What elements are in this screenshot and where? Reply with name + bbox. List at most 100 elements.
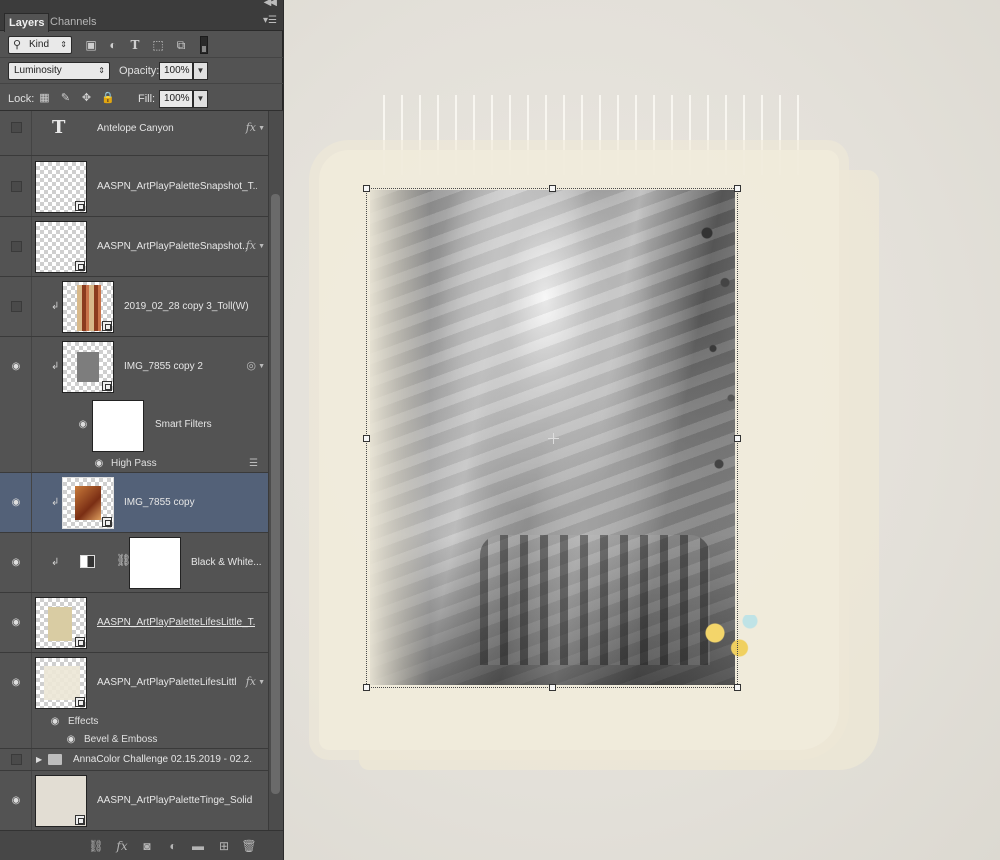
delete-layer-icon[interactable]: 🗑	[241, 838, 257, 854]
smart-object-filter-icon[interactable]: ⧉	[174, 38, 188, 52]
panel-menu-icon[interactable]: ▾☰	[263, 15, 277, 26]
thumbnail-stripes	[77, 285, 101, 331]
effect-item-row[interactable]: ◉ Bevel & Emboss	[0, 731, 268, 749]
transform-center-icon[interactable]	[548, 433, 559, 444]
expand-triangle-icon[interactable]: ▶	[36, 755, 42, 764]
layer-row[interactable]: ◉ ↲ ⛓ Black & White...	[0, 533, 268, 593]
visibility-toggle[interactable]	[11, 754, 22, 765]
new-layer-icon[interactable]: ⊞	[216, 838, 232, 854]
visibility-toggle[interactable]	[11, 301, 22, 312]
layer-name[interactable]: AnnaColor Challenge 02.15.2019 - 02.2...	[73, 754, 253, 765]
layer-name[interactable]: AASPN_ArtPlayPaletteSnapshot_T...	[97, 181, 257, 192]
eye-icon[interactable]: ◉	[10, 678, 22, 688]
fx-icon[interactable]: fx	[246, 675, 256, 688]
filter-options-icon[interactable]: ☰	[249, 458, 258, 469]
transform-handle-top-left[interactable]	[363, 185, 370, 192]
filter-toggle[interactable]	[200, 36, 208, 54]
chevron-down-icon[interactable]: ▼	[258, 679, 265, 686]
layer-row-selected[interactable]: ◉ ↲ IMG_7855 copy	[0, 473, 268, 533]
eye-icon[interactable]: ◉	[10, 558, 22, 568]
blend-mode-value: Luminosity	[14, 65, 62, 76]
divider	[31, 473, 32, 532]
tab-layers[interactable]: Layers	[4, 13, 50, 32]
eye-icon[interactable]: ◉	[10, 796, 22, 806]
layer-name[interactable]: Antelope Canyon	[97, 123, 174, 134]
visibility-toggle[interactable]	[11, 241, 22, 252]
tab-channels[interactable]: Channels	[46, 13, 100, 31]
layer-row[interactable]: ◉ AASPN_ArtPlayPaletteLifesLittle_T...	[0, 593, 268, 653]
chevron-down-icon[interactable]: ▼	[258, 363, 265, 370]
transform-handle-right[interactable]	[734, 435, 741, 442]
transform-handle-bottom-right[interactable]	[734, 684, 741, 691]
group-row[interactable]: ▶ AnnaColor Challenge 02.15.2019 - 02.2.…	[0, 749, 268, 771]
layer-name[interactable]: AASPN_ArtPlayPaletteTinge_Solid...	[97, 795, 252, 806]
lock-transparency-icon[interactable]: ▦	[38, 92, 51, 105]
eye-icon[interactable]: ◉	[10, 362, 22, 372]
layer-name[interactable]: AASPN_ArtPlayPaletteLifesLittle_T...	[97, 617, 255, 628]
opacity-input[interactable]: 100%	[159, 62, 193, 80]
chevron-down-icon[interactable]: ▼	[258, 125, 265, 132]
divider	[31, 771, 32, 830]
transform-handle-top[interactable]	[549, 185, 556, 192]
layer-name[interactable]: AASPN_ArtPlayPaletteSnapshot...	[97, 241, 247, 252]
pixel-layer-filter-icon[interactable]: ▣	[84, 38, 98, 52]
smart-filter-mask-thumbnail[interactable]	[92, 400, 144, 452]
layer-row[interactable]: ◉ AASPN_ArtPlayPaletteLifesLittl... fx ▼	[0, 653, 268, 713]
layer-row[interactable]: ◉ ↲ IMG_7855 copy 2 ◎ ▼	[0, 337, 268, 397]
filter-kind-select[interactable]: ⚲ Kind ⇕	[8, 36, 72, 54]
document-canvas[interactable]	[284, 0, 1000, 860]
add-mask-icon[interactable]: ◙	[139, 838, 155, 854]
layer-row[interactable]: ↲ 2019_02_28 copy 3_Toll(W)	[0, 277, 268, 337]
transform-handle-bottom-left[interactable]	[363, 684, 370, 691]
fx-icon[interactable]: fx	[246, 121, 256, 134]
layer-name[interactable]: AASPN_ArtPlayPaletteLifesLittl...	[97, 677, 237, 688]
layer-mask-thumbnail[interactable]	[129, 537, 181, 589]
eye-icon[interactable]: ◉	[10, 498, 22, 508]
lock-image-pixels-icon[interactable]: ✎	[59, 92, 72, 105]
smart-object-badge-icon	[75, 201, 85, 211]
fx-icon[interactable]: fx	[246, 239, 256, 252]
eye-icon[interactable]: ◉	[10, 618, 22, 628]
effects-row[interactable]: ◉ Effects	[0, 713, 268, 731]
lock-all-icon[interactable]: 🔒	[101, 92, 115, 105]
layers-scrollbar[interactable]	[268, 111, 283, 830]
fill-dropdown-button[interactable]: ▼	[193, 90, 208, 108]
visibility-toggle[interactable]	[11, 181, 22, 192]
blend-mode-select[interactable]: Luminosity ⇕	[8, 62, 110, 80]
shape-layer-filter-icon[interactable]: ⬚	[151, 38, 165, 52]
layer-thumbnail	[62, 281, 114, 333]
type-layer-filter-icon[interactable]: T	[128, 38, 142, 52]
new-adjustment-layer-icon[interactable]: ◐	[165, 838, 181, 854]
layer-thumbnail	[35, 221, 87, 273]
eye-icon[interactable]: ◉	[93, 459, 105, 469]
layer-row[interactable]: AASPN_ArtPlayPaletteSnapshot_T...	[0, 156, 268, 217]
smart-filter-icon[interactable]: ◎	[246, 359, 256, 372]
transform-handle-left[interactable]	[363, 435, 370, 442]
adjustment-layer-filter-icon[interactable]: ◐	[106, 38, 120, 52]
transform-handle-bottom[interactable]	[549, 684, 556, 691]
lock-position-icon[interactable]: ✥	[80, 92, 93, 105]
add-layer-style-icon[interactable]: fx	[114, 838, 130, 854]
eye-icon[interactable]: ◉	[49, 717, 61, 727]
layer-row[interactable]: T Antelope Canyon fx ▼	[0, 111, 268, 156]
layer-name[interactable]: IMG_7855 copy 2	[124, 361, 203, 372]
visibility-toggle[interactable]	[11, 122, 22, 133]
layer-name[interactable]: Black & White...	[191, 557, 262, 568]
layer-thumbnail	[35, 775, 87, 827]
new-group-icon[interactable]: ▬	[190, 838, 206, 854]
layer-row[interactable]: ◉ AASPN_ArtPlayPaletteTinge_Solid...	[0, 771, 268, 830]
fill-input[interactable]: 100%	[159, 90, 193, 108]
layer-name[interactable]: 2019_02_28 copy 3_Toll(W)	[124, 301, 249, 312]
filter-item-row[interactable]: ◉ High Pass ☰	[0, 455, 268, 473]
scrollbar-thumb[interactable]	[271, 194, 280, 794]
smart-filters-row[interactable]: ◉ Smart Filters	[0, 397, 268, 455]
effect-item-label: Bevel & Emboss	[84, 734, 158, 745]
opacity-dropdown-button[interactable]: ▼	[193, 62, 208, 80]
eye-icon[interactable]: ◉	[65, 735, 77, 745]
transform-handle-top-right[interactable]	[734, 185, 741, 192]
eye-icon[interactable]: ◉	[77, 420, 89, 430]
layer-row[interactable]: AASPN_ArtPlayPaletteSnapshot... fx ▼	[0, 217, 268, 277]
link-layers-icon[interactable]: ⛓	[88, 838, 104, 854]
chevron-down-icon[interactable]: ▼	[258, 243, 265, 250]
layer-name[interactable]: IMG_7855 copy	[124, 497, 195, 508]
